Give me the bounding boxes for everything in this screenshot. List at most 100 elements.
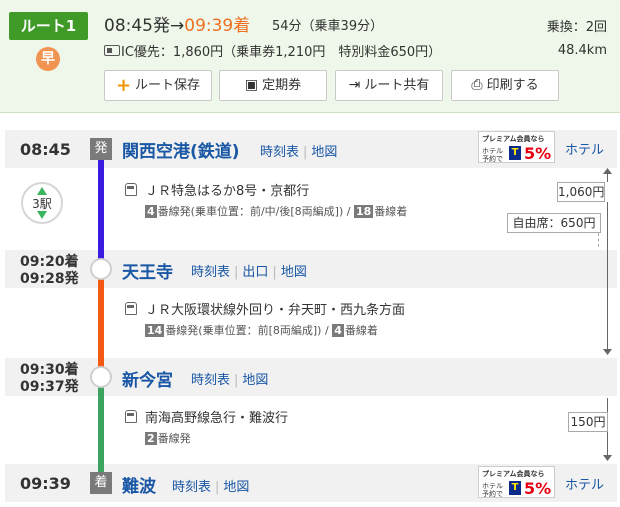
station-name[interactable]: 天王寺 (122, 258, 173, 283)
stop-time: 09:39 (20, 474, 71, 493)
exit-link[interactable]: 出口 (242, 265, 268, 280)
hotel-link[interactable]: ホテル (565, 139, 604, 158)
platform-number: 14 (145, 323, 165, 337)
fastest-route-icon: 早 (36, 47, 60, 71)
departure-time: 09:37発 (20, 379, 79, 395)
depart-badge: 発 (90, 138, 112, 160)
pass-card-icon: ▣ (244, 77, 259, 93)
share-route-button[interactable]: ⇥ ルート共有 (335, 70, 443, 101)
station-links: 時刻表 | 地図 (172, 476, 249, 495)
train-info: ＪＲ特急はるか8号・京都行 (125, 180, 309, 199)
segment-fare: 150円 (568, 412, 608, 432)
platform-number: 4 (145, 204, 157, 218)
route-distance: 48.4km (557, 43, 607, 58)
promo-hotel: ホテル 予約で (482, 482, 503, 498)
platform-text: 番線発 (157, 432, 191, 445)
station-name[interactable]: 関西空港(鉄道) (122, 137, 240, 162)
map-link[interactable]: 地図 (242, 373, 268, 388)
transfer-stop-marker (90, 258, 112, 280)
arrive-time: 09:39着 (184, 16, 251, 36)
platform-info: 4 番線発(乗車位置：前/中/後[8両編成]) / 18 番線着 (145, 203, 407, 219)
platform-number: 4 (332, 323, 344, 337)
train-info: ＪＲ大阪環状線外回り・弁天町・西九条方面 (125, 299, 405, 318)
train-icon (125, 302, 137, 315)
route-number-badge: ルート1 (9, 12, 88, 40)
station-links: 時刻表 | 地図 (191, 369, 268, 388)
platform-text: 番線発(乗車位置：前[8両編成]) (165, 324, 322, 337)
fare-range-line (607, 398, 608, 412)
platform-info: 2 番線発 (145, 430, 191, 446)
platform-number: 18 (353, 204, 374, 218)
route-duration: 54分（乗車39分） (272, 19, 384, 34)
printer-icon: ⎙ (471, 77, 483, 93)
link-separator: | (234, 265, 239, 280)
fare-range-line (607, 202, 608, 350)
commuter-pass-button[interactable]: ▣ 定期券 (219, 70, 327, 101)
train-name: 南海高野線急行・難波行 (145, 411, 289, 426)
print-button[interactable]: ⎙ 印刷する (451, 70, 559, 101)
intermediate-stations-toggle[interactable]: 3駅 (21, 182, 63, 224)
fare-summary: IC優先： 1,860円（乗車券1,210円 特別料金650円） (104, 41, 441, 60)
train-icon (125, 410, 137, 423)
fare-range-arrow-down (603, 455, 612, 461)
station-links: 時刻表 | 出口 | 地図 (191, 261, 307, 280)
rail-line-loop (98, 278, 104, 374)
depart-time: 08:45発 (104, 16, 170, 36)
station-links: 時刻表 | 地図 (260, 141, 337, 160)
platform-text: 番線発(乗車位置：前/中/後[8両編成]) (157, 205, 344, 218)
hotel-promo-banner[interactable]: プレミアム会員なら ホテル 予約で T 5% (478, 131, 555, 163)
departure-time: 09:28発 (20, 271, 79, 287)
platform-sep: / (343, 204, 354, 218)
link-separator: | (215, 480, 220, 495)
promo-percent: 5% (524, 144, 552, 163)
expand-up-icon (37, 187, 47, 195)
link-separator: | (234, 373, 239, 388)
link-separator: | (272, 265, 277, 280)
plus-icon: + (115, 75, 132, 96)
share-icon: ⇥ (348, 77, 361, 93)
commuter-pass-label: 定期券 (262, 78, 302, 93)
hotel-link[interactable]: ホテル (565, 474, 604, 493)
platform-text: 番線着 (344, 324, 378, 337)
timetable-link[interactable]: 時刻表 (172, 480, 211, 495)
map-link[interactable]: 地図 (281, 265, 307, 280)
save-route-button[interactable]: + ルート保存 (104, 70, 212, 101)
transfer-stop-marker (90, 366, 112, 388)
save-route-label: ルート保存 (135, 78, 201, 93)
promo-title: プレミアム会員なら (482, 135, 545, 143)
rail-line-haruka (98, 160, 104, 267)
timetable-link[interactable]: 時刻表 (260, 145, 299, 160)
promo-title: プレミアム会員なら (482, 470, 545, 478)
segment-fare: 1,060円 (557, 182, 605, 202)
t-point-icon: T (509, 146, 521, 160)
station-name[interactable]: 難波 (122, 472, 156, 497)
route-times: 08:45発→09:39着 (104, 11, 250, 36)
timetable-link[interactable]: 時刻表 (191, 265, 230, 280)
train-icon (125, 183, 137, 196)
rail-line-nankai (98, 386, 104, 474)
platform-number: 2 (145, 431, 157, 445)
fare-range-line (607, 173, 608, 182)
ic-label: IC優先： (121, 45, 173, 60)
fare-range-arrow-down (603, 349, 612, 355)
arrow: → (170, 16, 185, 36)
map-link[interactable]: 地図 (223, 480, 249, 495)
transfer-count: 乗換：2回 (546, 20, 607, 35)
promo-percent: 5% (524, 479, 552, 498)
timetable-link[interactable]: 時刻表 (191, 373, 230, 388)
platform-info: 14 番線発(乗車位置：前[8両編成]) / 4 番線着 (145, 322, 378, 338)
share-route-label: ルート共有 (364, 78, 430, 93)
train-name: ＪＲ特急はるか8号・京都行 (145, 184, 310, 199)
station-count: 3駅 (32, 197, 52, 211)
station-name[interactable]: 新今宮 (122, 366, 173, 391)
link-separator: | (303, 145, 308, 160)
seat-range-dash (598, 233, 599, 247)
map-link[interactable]: 地図 (311, 145, 337, 160)
hotel-promo-banner[interactable]: プレミアム会員なら ホテル 予約で T 5% (478, 466, 555, 498)
expand-down-icon (37, 211, 47, 219)
platform-sep: / (321, 323, 333, 337)
ic-card-icon (104, 45, 120, 56)
arrive-badge: 着 (90, 472, 112, 494)
fare-total: 1,860円（乗車券1,210円 特別料金650円） (172, 45, 442, 60)
t-point-icon: T (509, 481, 521, 495)
